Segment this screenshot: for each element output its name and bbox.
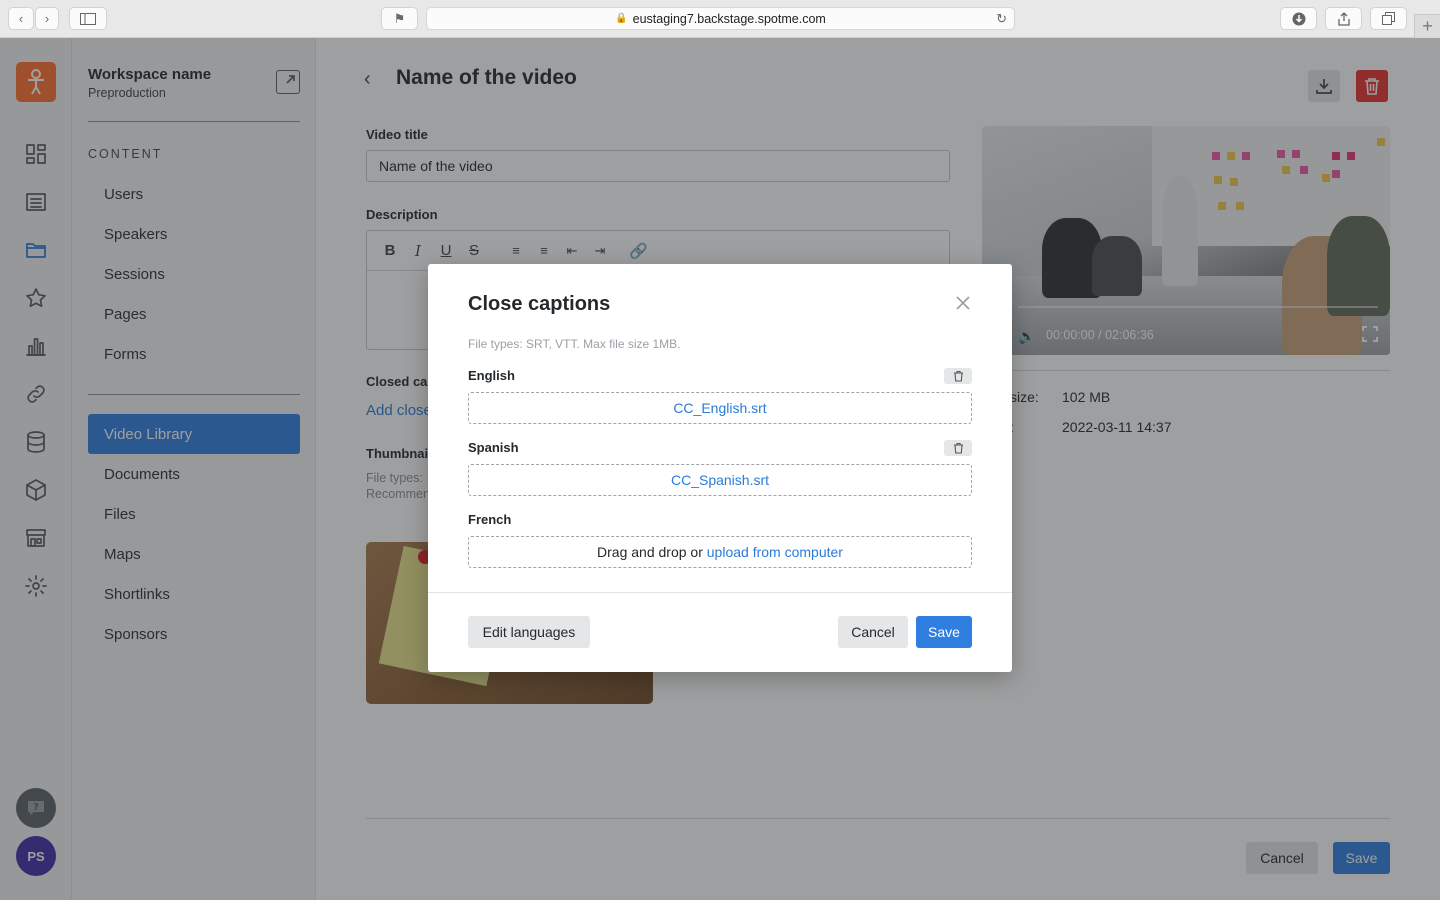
modal-cancel-button[interactable]: Cancel <box>838 616 908 648</box>
divider <box>428 592 1012 593</box>
spanish-caption-dropzone[interactable]: CC_Spanish.srt <box>468 464 972 496</box>
upload-from-computer-link[interactable]: upload from computer <box>707 544 843 560</box>
url-text: eustaging7.backstage.spotme.com <box>632 11 826 26</box>
trash-icon <box>953 442 963 454</box>
tabs-icon[interactable] <box>1370 7 1407 30</box>
new-tab-button[interactable]: + <box>1414 14 1440 38</box>
sidebar-toggle-icon[interactable] <box>69 7 107 30</box>
close-icon[interactable] <box>954 294 972 312</box>
back-arrow-icon[interactable]: ‹ <box>8 7 34 30</box>
spotme-extension-icon[interactable]: ⚑ <box>381 7 418 30</box>
english-caption-file-link[interactable]: CC_English.srt <box>673 400 766 416</box>
edit-languages-button[interactable]: Edit languages <box>468 616 590 648</box>
browser-toolbar: ‹ › ⚑ 🔒 eustaging7.backstage.spotme.com … <box>0 0 1440 38</box>
reload-icon[interactable]: ↻ <box>996 11 1007 27</box>
english-caption-dropzone[interactable]: CC_English.srt <box>468 392 972 424</box>
language-label-english: English <box>468 368 515 383</box>
modal-save-button[interactable]: Save <box>916 616 972 648</box>
download-icon[interactable] <box>1280 7 1317 30</box>
file-types-hint: File types: SRT, VTT. Max file size 1MB. <box>468 337 681 351</box>
spanish-caption-file-link[interactable]: CC_Spanish.srt <box>671 472 769 488</box>
share-icon[interactable] <box>1325 7 1362 30</box>
modal-title: Close captions <box>468 293 611 315</box>
dropzone-text: Drag and drop or <box>597 544 703 560</box>
close-captions-modal: Close captions File types: SRT, VTT. Max… <box>428 264 1012 672</box>
remove-spanish-caption-button[interactable] <box>944 440 972 456</box>
remove-english-caption-button[interactable] <box>944 368 972 384</box>
address-bar[interactable]: 🔒 eustaging7.backstage.spotme.com ↻ <box>426 7 1015 30</box>
language-label-french: French <box>468 512 512 527</box>
forward-arrow-icon[interactable]: › <box>35 7 59 30</box>
french-caption-dropzone[interactable]: Drag and drop or upload from computer <box>468 536 972 568</box>
language-label-spanish: Spanish <box>468 440 519 455</box>
lock-icon: 🔒 <box>615 13 628 24</box>
trash-icon <box>953 370 963 382</box>
